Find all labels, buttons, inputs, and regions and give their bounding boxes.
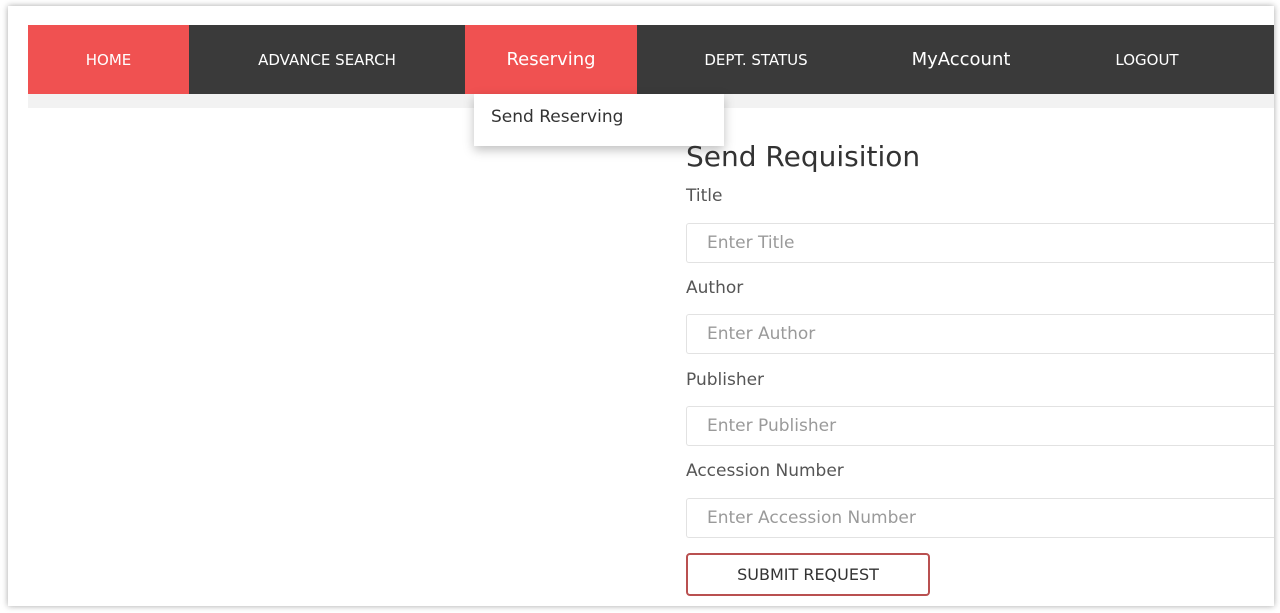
- nav-my-account[interactable]: MyAccount: [875, 25, 1047, 94]
- nav-dept-status[interactable]: DEPT. STATUS: [637, 25, 875, 94]
- page-title: Send Requisition: [686, 140, 921, 173]
- submit-request-button[interactable]: SUBMIT REQUEST: [686, 553, 930, 596]
- accession-number-label: Accession Number: [686, 461, 844, 481]
- publisher-label: Publisher: [686, 370, 765, 390]
- title-label: Title: [686, 186, 723, 206]
- browser-viewport: HOME ADVANCE SEARCH Reserving DEPT. STAT…: [8, 6, 1274, 606]
- nav-advance-search[interactable]: ADVANCE SEARCH: [189, 25, 465, 94]
- dropdown-item-send-reserving[interactable]: Send Reserving: [491, 107, 623, 127]
- author-label: Author: [686, 278, 744, 298]
- nav-home[interactable]: HOME: [28, 25, 189, 94]
- publisher-input[interactable]: [686, 406, 1274, 446]
- accession-number-input[interactable]: [686, 498, 1274, 538]
- main-navbar: HOME ADVANCE SEARCH Reserving DEPT. STAT…: [28, 25, 1274, 94]
- nav-logout[interactable]: LOGOUT: [1047, 25, 1247, 94]
- author-input[interactable]: [686, 314, 1274, 354]
- reserving-dropdown-menu: Send Reserving: [474, 94, 724, 146]
- nav-reserving[interactable]: Reserving: [465, 25, 637, 94]
- title-input[interactable]: [686, 223, 1274, 263]
